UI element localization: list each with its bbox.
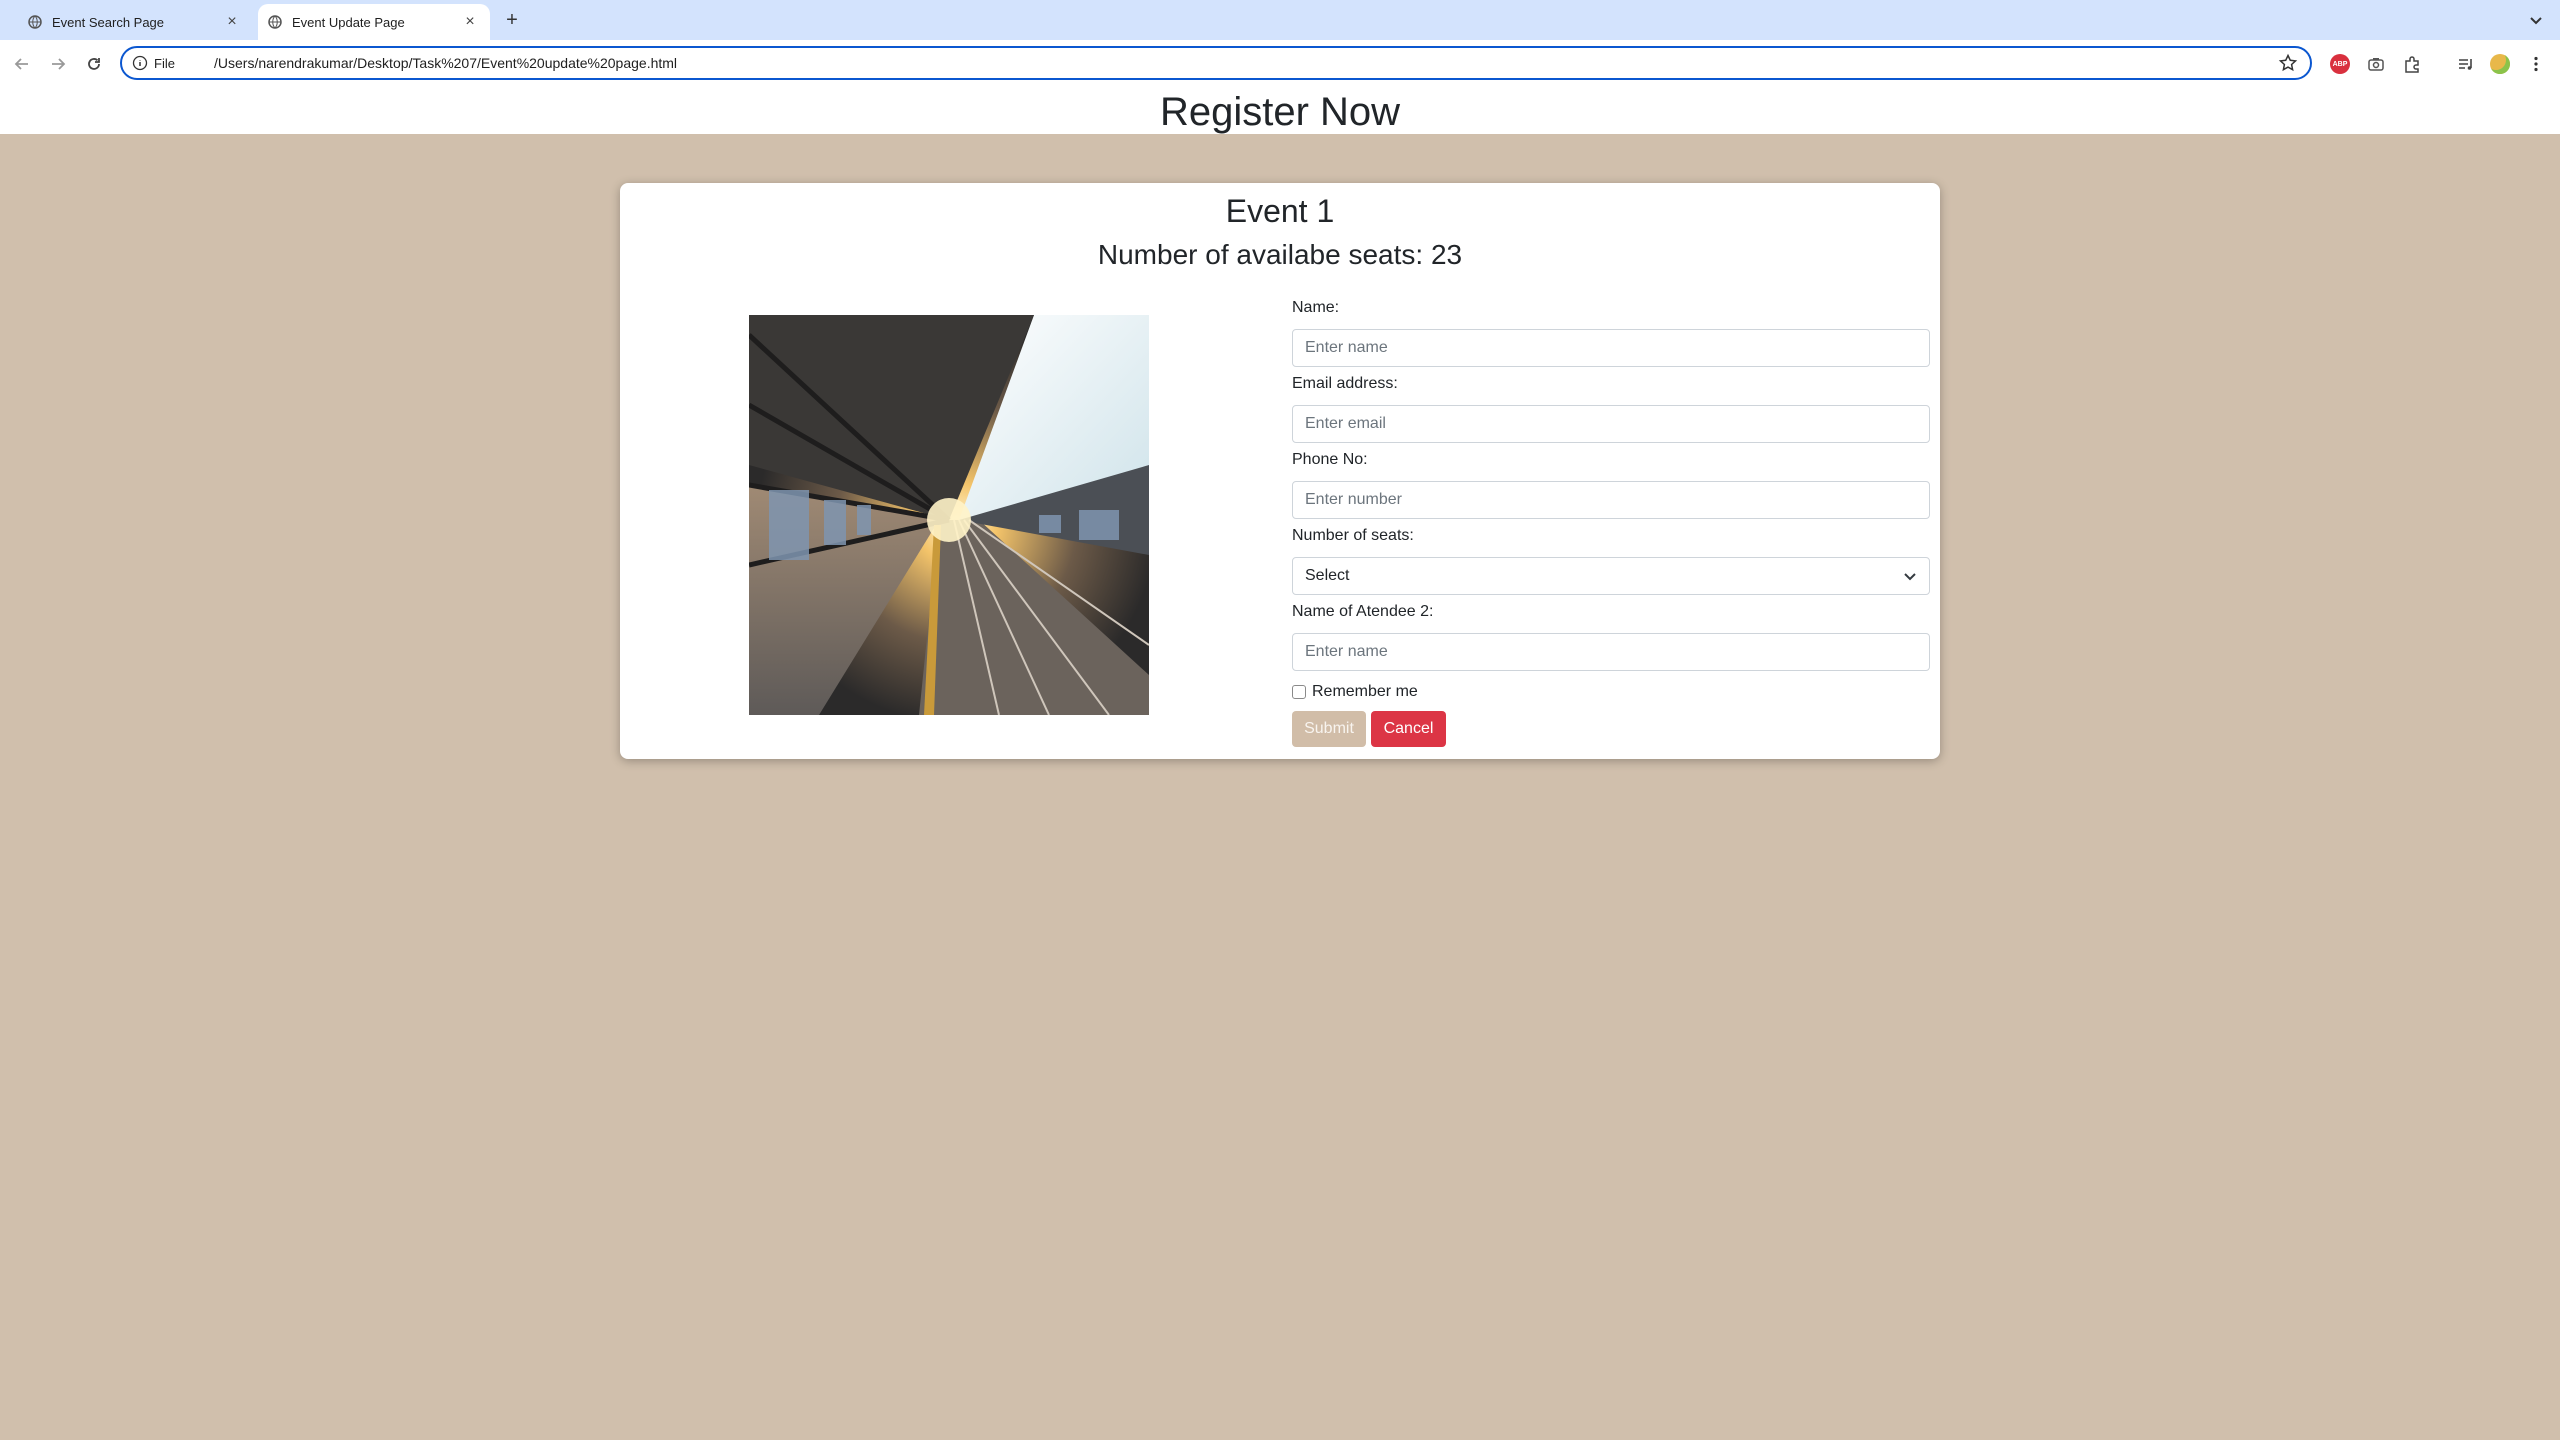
- globe-icon: [28, 15, 42, 29]
- close-icon[interactable]: ×: [460, 13, 480, 31]
- puzzle-icon[interactable]: [2400, 52, 2424, 76]
- adblock-icon[interactable]: ABP: [2328, 52, 2352, 76]
- close-icon[interactable]: ×: [222, 13, 242, 31]
- cancel-button[interactable]: Cancel: [1371, 711, 1446, 747]
- chevron-down-icon: [1903, 569, 1917, 583]
- kebab-menu-icon[interactable]: [2524, 52, 2548, 76]
- submit-button[interactable]: Submit: [1292, 711, 1366, 747]
- new-tab-button[interactable]: +: [500, 8, 524, 32]
- remember-label: Remember me: [1312, 683, 1418, 700]
- remember-checkbox[interactable]: [1292, 685, 1306, 699]
- url-text[interactable]: /Users/narendrakumar/Desktop/Task%207/Ev…: [214, 55, 2278, 71]
- profile-avatar[interactable]: [2488, 52, 2512, 76]
- train-platform-image: [749, 315, 1149, 715]
- event-image: [749, 315, 1149, 715]
- event-name: Event 1: [1225, 193, 1335, 229]
- browser-toolbar: File /Users/narendrakumar/Desktop/Task%2…: [0, 40, 2560, 89]
- forward-arrow-icon[interactable]: [46, 52, 70, 76]
- available-seats: Number of availabe seats: 23: [1097, 239, 1463, 270]
- browser-tab-bar: Event Search Page × Event Update Page × …: [0, 0, 2560, 40]
- tab-event-update[interactable]: Event Update Page ×: [258, 4, 490, 40]
- tab-title: Event Update Page: [292, 14, 405, 30]
- reload-icon[interactable]: [82, 52, 106, 76]
- seats-select-value: Select: [1305, 567, 1350, 584]
- bookmark-star-icon[interactable]: [2278, 53, 2298, 73]
- seats-select[interactable]: Select: [1292, 557, 1930, 595]
- address-bar[interactable]: File /Users/narendrakumar/Desktop/Task%2…: [120, 46, 2312, 80]
- info-icon[interactable]: [132, 55, 148, 71]
- tab-title: Event Search Page: [52, 14, 165, 30]
- tab-event-search[interactable]: Event Search Page ×: [14, 4, 252, 40]
- email-label: Email address:: [1292, 375, 1398, 392]
- registration-card: Event 1 Number of availabe seats: 23 Nam…: [620, 183, 1940, 759]
- media-icon[interactable]: [2454, 52, 2478, 76]
- remember-row: Remember me: [1292, 681, 1930, 703]
- camera-icon[interactable]: [2364, 52, 2388, 76]
- page-title: Register Now: [1159, 90, 1401, 134]
- back-arrow-icon[interactable]: [10, 52, 34, 76]
- phone-input[interactable]: [1292, 481, 1930, 519]
- globe-icon: [268, 15, 282, 29]
- registration-form: Name: Email address: Phone No: Number of…: [1292, 291, 1930, 747]
- seats-label: Number of seats:: [1292, 527, 1414, 544]
- scheme-label: File: [154, 55, 175, 71]
- form-actions: Submit Cancel: [1292, 711, 1930, 747]
- name-label: Name:: [1292, 299, 1340, 316]
- page-header: Register Now: [0, 88, 2560, 134]
- name-input[interactable]: [1292, 329, 1930, 367]
- email-input[interactable]: [1292, 405, 1930, 443]
- chevron-down-icon[interactable]: [2526, 10, 2546, 30]
- attendee2-label: Name of Atendee 2:: [1292, 603, 1434, 620]
- attendee2-input[interactable]: [1292, 633, 1930, 671]
- phone-label: Phone No:: [1292, 451, 1368, 468]
